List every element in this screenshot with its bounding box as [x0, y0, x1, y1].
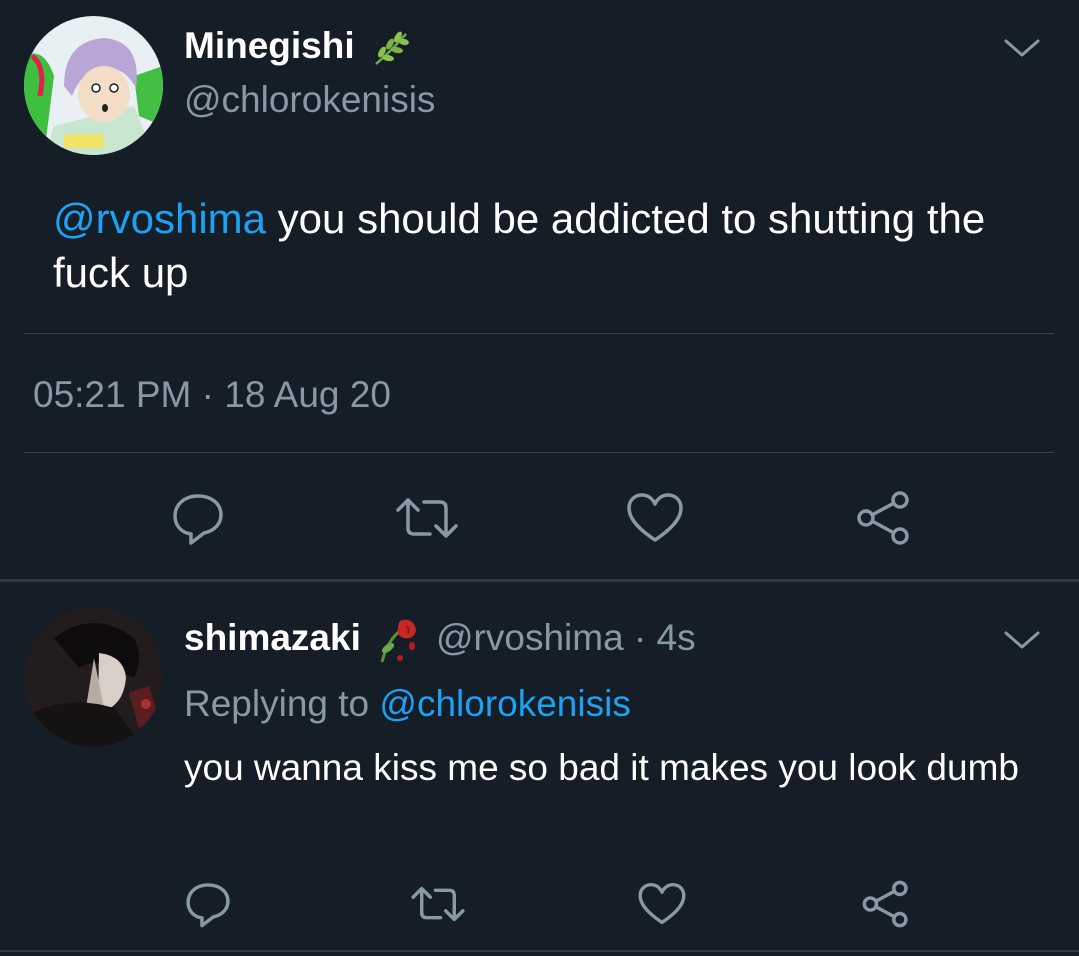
handle[interactable]: @chlorokenisis: [184, 78, 435, 122]
display-name[interactable]: shimazaki: [184, 616, 361, 660]
handle-and-time[interactable]: @rvoshima · 4s: [436, 616, 696, 660]
timestamp: 05:21 PM · 18 Aug 20: [33, 374, 391, 415]
retweet-button[interactable]: [408, 878, 468, 930]
replying-to-handle[interactable]: @chlorokenisis: [379, 683, 630, 724]
reply-icon: [173, 494, 223, 545]
avatar[interactable]: [24, 16, 163, 155]
retweet-icon: [411, 886, 465, 922]
avatar[interactable]: [24, 608, 163, 747]
divider: [24, 333, 1054, 334]
share-button[interactable]: [854, 488, 914, 548]
tweet-text: @rvoshima you should be addicted to shut…: [53, 192, 1043, 300]
like-icon: [638, 883, 686, 925]
share-icon: [857, 491, 909, 545]
replying-to-label: Replying to: [184, 683, 380, 724]
retweet-icon: [396, 498, 458, 538]
divider: [0, 950, 1079, 952]
reply-icon: [186, 883, 230, 928]
herb-icon: [370, 30, 412, 68]
chevron-down-icon[interactable]: [1002, 628, 1042, 652]
reply-button[interactable]: [168, 488, 228, 548]
like-button[interactable]: [636, 878, 688, 930]
display-name[interactable]: Minegishi: [184, 24, 355, 68]
wilted-rose-icon: [374, 614, 422, 664]
chevron-down-icon[interactable]: [1002, 36, 1042, 60]
mention-link[interactable]: @rvoshima: [53, 195, 266, 242]
section-divider: [0, 579, 1079, 582]
replying-to: Replying to @chlorokenisis: [184, 682, 631, 726]
share-button[interactable]: [860, 878, 912, 930]
tweet-thread: Minegishi @chlorokenisis @rvoshima you s…: [0, 0, 1079, 956]
tweet-text: you wanna kiss me so bad it makes you lo…: [184, 747, 1019, 788]
like-icon: [627, 493, 683, 542]
divider: [24, 452, 1054, 453]
share-icon: [862, 880, 908, 928]
reply-button[interactable]: [182, 878, 234, 930]
retweet-button[interactable]: [392, 488, 462, 548]
like-button[interactable]: [624, 488, 686, 548]
